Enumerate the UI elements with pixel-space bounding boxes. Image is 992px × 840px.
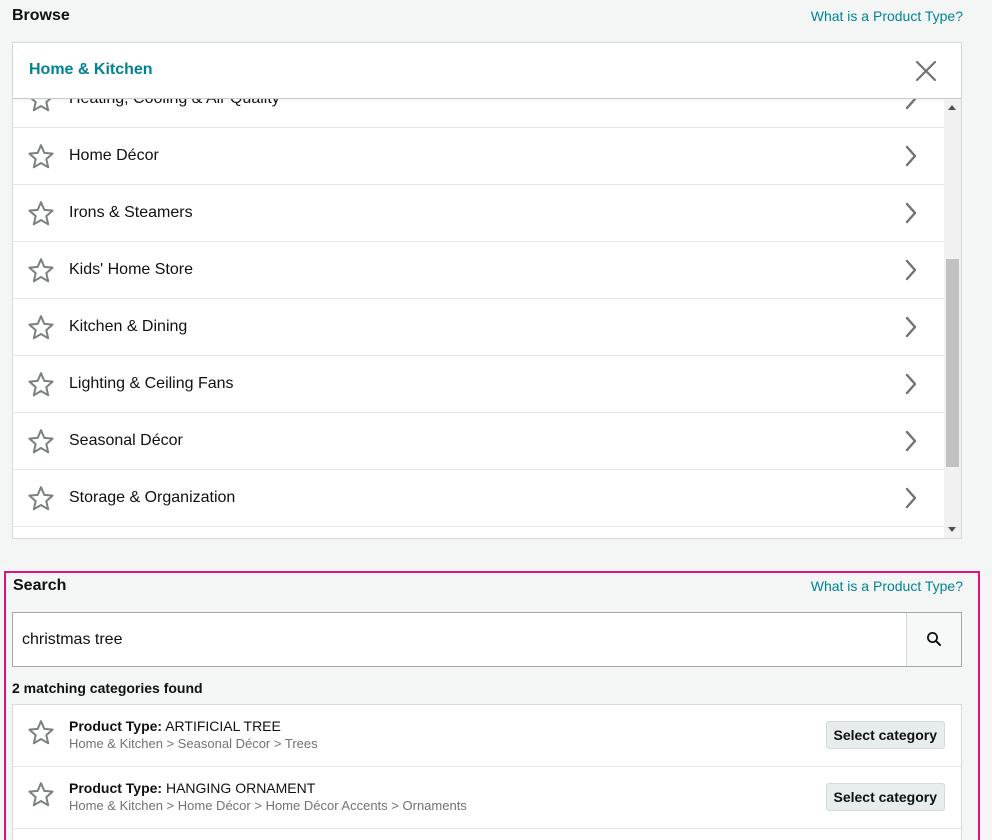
category-label: Storage & Organization — [69, 489, 236, 506]
search-box — [12, 612, 962, 667]
product-type-label: Product Type: — [69, 780, 163, 796]
category-row[interactable]: Lighting & Ceiling Fans — [13, 356, 945, 413]
path-segment: Home & Kitchen — [69, 736, 163, 751]
product-type: Product Type: ARTIFICIAL TREE — [69, 718, 281, 734]
category-list-scrollbar[interactable] — [944, 99, 961, 538]
favorite-star-icon[interactable] — [27, 314, 55, 341]
category-list: Heating, Cooling & Air Quality Home Décor… — [13, 99, 945, 527]
chevron-right-icon[interactable] — [905, 316, 917, 338]
select-category-button[interactable]: Select category — [825, 783, 945, 811]
chevron-right-icon[interactable] — [905, 202, 917, 224]
search-title: Search — [13, 577, 67, 594]
browse-panel: Home & Kitchen Heating, Cooling & Air Qu… — [12, 42, 962, 539]
path-segment: Trees — [284, 736, 318, 751]
path-segment: Seasonal Décor — [177, 736, 271, 751]
favorite-star-icon[interactable] — [27, 257, 55, 284]
result-row: Product Type: ARTIFICIAL TREE Home & Kitc… — [13, 705, 961, 767]
category-path: Home & Kitchen > Home Décor > Home Décor… — [69, 798, 467, 813]
search-button[interactable] — [906, 613, 961, 666]
category-label: Seasonal Décor — [69, 432, 183, 449]
path-separator: > — [250, 798, 266, 813]
path-segment: Home Décor — [177, 798, 251, 813]
favorite-star-icon[interactable] — [27, 781, 55, 808]
scroll-thumb[interactable] — [946, 259, 959, 467]
product-type-value: HANGING ORNAMENT — [165, 780, 316, 796]
category-label: Kids' Home Store — [69, 261, 193, 278]
browse-header: Home & Kitchen — [13, 43, 961, 99]
browse-title: Browse — [12, 7, 70, 24]
close-icon[interactable] — [913, 58, 939, 84]
chevron-right-icon[interactable] — [905, 373, 917, 395]
product-type: Product Type: HANGING ORNAMENT — [69, 780, 315, 796]
search-icon — [927, 632, 941, 646]
scroll-down-arrow-icon[interactable] — [948, 527, 956, 532]
path-separator: > — [270, 736, 285, 751]
favorite-star-icon[interactable] — [27, 428, 55, 455]
category-row[interactable]: Kitchen & Dining — [13, 299, 945, 356]
favorite-star-icon[interactable] — [27, 719, 55, 746]
product-type-value: ARTIFICIAL TREE — [165, 718, 281, 734]
search-input[interactable] — [13, 613, 908, 666]
category-row[interactable]: Heating, Cooling & Air Quality — [13, 99, 945, 128]
category-label: Heating, Cooling & Air Quality — [69, 99, 280, 108]
category-row[interactable]: Seasonal Décor — [13, 413, 945, 470]
path-separator: > — [162, 736, 178, 751]
favorite-star-icon[interactable] — [27, 99, 55, 113]
chevron-right-icon[interactable] — [905, 99, 917, 110]
favorite-star-icon[interactable] — [27, 371, 55, 398]
category-row[interactable]: Kids' Home Store — [13, 242, 945, 299]
favorite-star-icon[interactable] — [27, 485, 55, 512]
category-label: Kitchen & Dining — [69, 318, 188, 335]
scroll-up-arrow-icon[interactable] — [948, 105, 956, 110]
favorite-star-icon[interactable] — [27, 143, 55, 170]
path-segment: Home Décor Accents — [265, 798, 388, 813]
category-row[interactable]: Irons & Steamers — [13, 185, 945, 242]
chevron-right-icon[interactable] — [905, 487, 917, 509]
category-row[interactable]: Storage & Organization — [13, 470, 945, 527]
category-row[interactable]: Home Décor — [13, 128, 945, 185]
product-type-label: Product Type: — [69, 718, 163, 734]
search-results: Product Type: ARTIFICIAL TREE Home & Kitc… — [12, 704, 962, 840]
browse-help-link[interactable]: What is a Product Type? — [811, 8, 963, 24]
favorite-star-icon[interactable] — [27, 200, 55, 227]
result-row: Product Type: HANGING ORNAMENT Home & Kit… — [13, 767, 961, 829]
category-label: Home Décor — [69, 147, 159, 164]
path-separator: > — [162, 798, 178, 813]
search-help-link[interactable]: What is a Product Type? — [811, 578, 963, 594]
chevron-right-icon[interactable] — [905, 145, 917, 167]
select-category-button[interactable]: Select category — [825, 721, 945, 749]
current-category-title: Home & Kitchen — [29, 61, 153, 78]
category-label: Irons & Steamers — [69, 204, 193, 221]
category-path: Home & Kitchen > Seasonal Décor > Trees — [69, 736, 318, 751]
chevron-right-icon[interactable] — [905, 430, 917, 452]
path-segment: Ornaments — [402, 798, 467, 813]
category-list-viewport: Heating, Cooling & Air Quality Home Décor… — [13, 99, 945, 538]
match-count: 2 matching categories found — [12, 680, 203, 696]
category-label: Lighting & Ceiling Fans — [69, 375, 234, 392]
path-segment: Home & Kitchen — [69, 798, 163, 813]
path-separator: > — [387, 798, 403, 813]
chevron-right-icon[interactable] — [905, 259, 917, 281]
